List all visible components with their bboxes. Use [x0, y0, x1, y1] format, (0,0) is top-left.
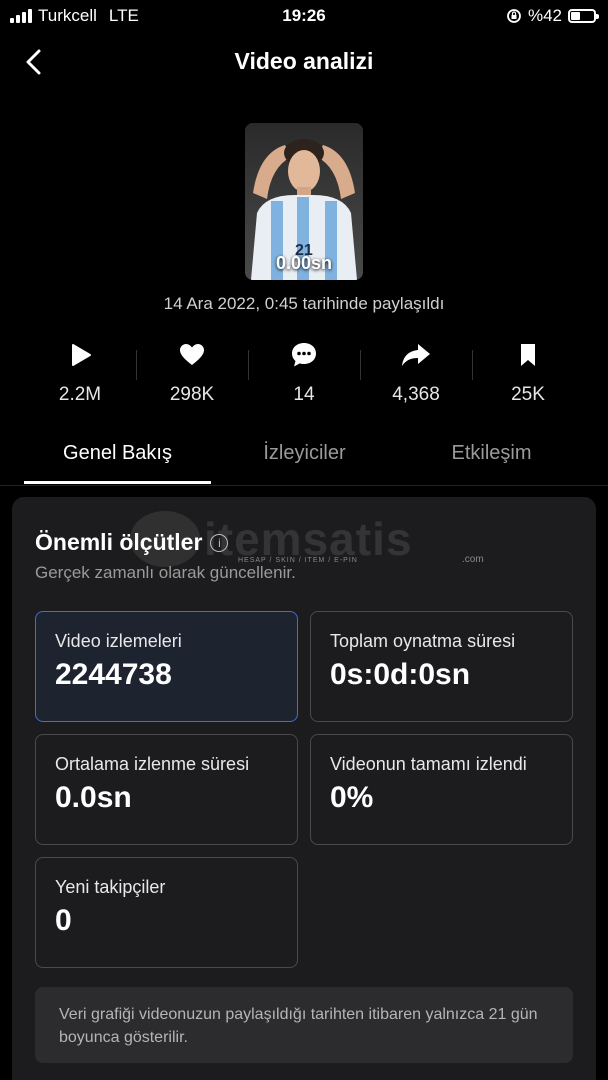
tab-bar: Genel Bakış İzleyiciler Etkileşim — [0, 436, 608, 486]
status-right: %42 — [506, 6, 599, 26]
video-duration: 0.00sn — [275, 253, 333, 273]
tab-overview[interactable]: Genel Bakış — [24, 442, 211, 465]
video-thumbnail[interactable]: 21 0.00sn — [245, 123, 363, 280]
stat-value: 2.2M — [58, 384, 102, 405]
stat-saves: 25K — [472, 340, 584, 410]
stat-views: 2.2M — [24, 340, 136, 410]
metric-total-play-time[interactable]: Toplam oynatma süresi 0s:0d:0sn — [310, 611, 573, 722]
heart-icon — [180, 344, 204, 365]
metric-value: 0s:0d:0sn — [330, 658, 471, 691]
app-header: Video analizi — [0, 40, 608, 86]
stat-comments: 14 — [248, 340, 360, 410]
metric-new-followers[interactable]: Yeni takipçiler 0 — [35, 857, 298, 968]
metric-value: 2244738 — [55, 658, 172, 691]
metric-value: 0 — [55, 904, 72, 937]
tab-viewers[interactable]: İzleyiciler — [211, 442, 398, 465]
info-icon[interactable]: i — [210, 533, 229, 552]
stat-value: 25K — [511, 384, 545, 405]
watermark-suffix: .com — [462, 554, 484, 565]
battery-level — [571, 12, 581, 20]
stat-value: 14 — [293, 384, 315, 405]
metric-average-watch-time[interactable]: Ortalama izlenme süresi 0.0sn — [35, 734, 298, 845]
metric-value: 0% — [330, 781, 374, 814]
card-title: Önemli ölçütler i — [35, 529, 229, 556]
status-bar: Turkcell LTE 19:26 %42 — [0, 0, 608, 32]
metric-label: Yeni takipçiler — [55, 877, 166, 897]
battery-percent: %42 — [527, 6, 562, 25]
data-retention-note: Veri grafiği videonuzun paylaşıldığı tar… — [35, 987, 573, 1063]
stat-shares: 4,368 — [360, 340, 472, 410]
stat-likes: 298K — [136, 340, 248, 410]
stat-value: 298K — [169, 384, 215, 405]
metric-label: Video izlemeleri — [55, 631, 182, 651]
shared-date: 14 Ara 2022, 0:45 tarihinde paylaşıldı — [163, 294, 445, 313]
card-title-text: Önemli ölçütler — [35, 529, 203, 555]
card-subtitle: Gerçek zamanlı olarak güncellenir. — [35, 563, 296, 582]
play-icon — [72, 344, 91, 366]
stats-row: 2.2M 298K 14 4,368 25K — [24, 340, 584, 410]
battery-icon — [568, 9, 599, 23]
key-metrics-card: itemsatis HESAP / SKIN / ITEM / E-PIN .c… — [12, 497, 596, 1080]
orientation-lock-icon — [507, 9, 521, 23]
metric-watched-full-video[interactable]: Videonun tamamı izlendi 0% — [310, 734, 573, 845]
page-title: Video analizi — [234, 48, 374, 74]
bookmark-icon — [521, 344, 535, 366]
metric-label: Videonun tamamı izlendi — [330, 754, 527, 774]
metric-label: Ortalama izlenme süresi — [55, 754, 250, 774]
comment-icon — [292, 343, 316, 367]
tab-active-indicator — [24, 481, 211, 484]
stat-value: 4,368 — [392, 384, 440, 405]
metric-label: Toplam oynatma süresi — [330, 631, 516, 651]
metric-value: 0.0sn — [55, 781, 132, 814]
tab-engagement[interactable]: Etkileşim — [398, 442, 585, 465]
share-icon — [402, 344, 430, 366]
metric-video-views[interactable]: Video izlemeleri 2244738 — [35, 611, 298, 722]
